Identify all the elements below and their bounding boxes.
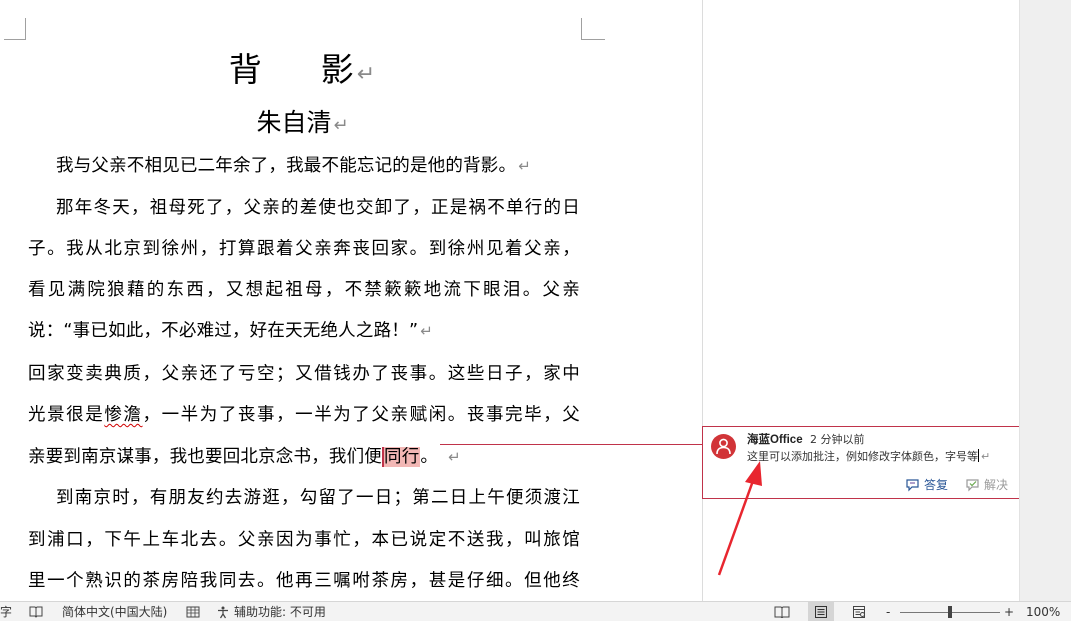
comment-text: 这里可以添加批注，例如修改字体颜色，字号等	[747, 450, 978, 463]
paragraph-mark: ↵	[448, 448, 461, 466]
line-text: 我与父亲不相见已二年余了，我最不能忘记的是他的背影。	[56, 156, 517, 176]
word-count-label: 字	[0, 605, 13, 619]
language-label: 简体中文(中国大陆)	[62, 605, 168, 619]
text-line[interactable]: 光景很是惨澹，一半为了丧事，一半为了父亲赋闲。丧事完毕，父	[28, 403, 580, 427]
text-line[interactable]: 我与父亲不相见已二年余了，我最不能忘记的是他的背影。 ↵	[28, 154, 531, 178]
line-text: 子。我从北京到徐州，打算跟着父亲奔丧回家。到徐州见着父亲，	[28, 239, 580, 259]
paragraph-mark: ↵	[356, 62, 377, 87]
text-line[interactable]: 回家变卖典质，父亲还了亏空；又借钱办了丧事。这些日子，家中	[28, 362, 580, 386]
reply-button[interactable]: 答复	[905, 476, 948, 494]
line-text: 。	[420, 447, 439, 467]
title-char-left: 背	[228, 50, 263, 89]
avatar	[711, 434, 736, 459]
resolve-button[interactable]: 解决	[965, 476, 1008, 494]
paragraph-mark: ↵	[333, 115, 349, 136]
print-layout-button[interactable]	[808, 602, 834, 621]
resolve-icon	[966, 479, 979, 492]
text-line[interactable]: 里一个熟识的茶房陪我同去。他再三嘱咐茶房，甚是仔细。但他终	[28, 569, 580, 593]
line-text: 里一个熟识的茶房陪我同去。他再三嘱咐茶房，甚是仔细。但他终	[28, 571, 580, 591]
line-text: 亲要到南京谋事，我也要回北京念书，我们便	[28, 447, 382, 467]
text-line[interactable]: 那年冬天，祖母死了，父亲的差使也交卸了，正是祸不单行的日	[28, 196, 580, 220]
document-page[interactable]: 背影↵ 朱自清 ↵ 我与父亲不相见已二年余了，我最不能忘记的是他的背影。 ↵ 那年冬…	[0, 0, 702, 601]
zoom-slider-thumb[interactable]	[948, 606, 952, 618]
web-layout-icon	[853, 606, 865, 618]
line-text: 说：“事已如此，不必难过，好在天无绝人之路！”	[28, 321, 419, 341]
line-text: 看见满院狼藉的东西，又想起祖母，不禁簌簌地流下眼泪。父亲	[28, 280, 580, 300]
line-text: ，一半为了丧事，一半为了父亲赋闲。丧事完毕，父	[142, 405, 580, 425]
paragraph-mark: ↵	[981, 450, 991, 463]
title-char-right: 影	[320, 50, 355, 89]
crop-mark-top-right	[581, 18, 605, 40]
comment-text-field[interactable]: 这里可以添加批注，例如修改字体颜色，字号等 ↵	[747, 448, 990, 464]
text-line[interactable]: 到南京时，有朋友约去游逛，勾留了一日；第二日上午便须渡江	[28, 486, 580, 510]
line-text: 回家变卖典质，父亲还了亏空；又借钱办了丧事。这些日子，家中	[28, 364, 580, 384]
zoom-out-button[interactable]: -	[886, 602, 890, 621]
proofing-button[interactable]	[29, 602, 43, 621]
markup-pane	[702, 0, 1019, 601]
zoom-plus-label: +	[1004, 605, 1015, 619]
comment-connector-line	[440, 444, 702, 445]
comment-author: 海蓝Office	[747, 434, 803, 446]
vertical-scrollbar[interactable]	[1019, 0, 1071, 601]
author-name: 朱自清	[256, 108, 332, 137]
reply-icon	[906, 479, 919, 492]
crop-mark-top-left	[4, 18, 26, 40]
text-line[interactable]: 到浦口，下午上车北去。父亲因为事忙，本已说定不送我，叫旅馆	[28, 528, 580, 552]
text-caret	[978, 449, 979, 462]
web-layout-button[interactable]	[852, 602, 866, 621]
accessibility-button[interactable]: 辅助功能: 不可用	[216, 602, 326, 621]
text-line[interactable]: 说：“事已如此，不必难过，好在天无绝人之路！” ↵	[28, 319, 433, 343]
line-text: 光景很是	[28, 405, 105, 425]
read-mode-icon	[774, 606, 790, 618]
zoom-in-button[interactable]: +	[1004, 602, 1014, 621]
document-author[interactable]: 朱自清 ↵	[0, 106, 605, 143]
resolve-label: 解决	[984, 478, 1009, 492]
comment-actions: 答复 解决	[703, 476, 1020, 496]
status-bar: 字 简体中文(中国大陆) 辅助功能: 不可用 - + 100%	[0, 601, 1071, 621]
word-count[interactable]: 字	[0, 602, 12, 621]
text-line[interactable]: 子。我从北京到徐州，打算跟着父亲奔丧回家。到徐州见着父亲，	[28, 237, 580, 261]
print-layout-icon	[815, 606, 827, 618]
text-predictions-button[interactable]	[186, 602, 200, 621]
comment-anchor-text[interactable]: 同行	[382, 447, 421, 467]
reply-label: 答复	[924, 478, 949, 492]
accessibility-icon	[218, 606, 228, 619]
zoom-level-button[interactable]: 100%	[1026, 602, 1060, 621]
line-text: 那年冬天，祖母死了，父亲的差使也交卸了，正是祸不单行的日	[56, 198, 580, 218]
zoom-level-label: 100%	[1026, 605, 1061, 619]
paragraph-mark: ↵	[420, 322, 434, 340]
paragraph-mark: ↵	[518, 157, 531, 175]
grid-icon	[186, 606, 200, 618]
line-text: 到浦口，下午上车北去。父亲因为事忙，本已说定不送我，叫旅馆	[28, 530, 580, 550]
zoom-minus-label: -	[886, 605, 891, 619]
comment-time: 2 分钟以前	[810, 433, 865, 446]
book-check-icon	[29, 606, 43, 618]
spelling-error[interactable]: 惨澹	[104, 405, 142, 425]
document-title[interactable]: 背 影↵	[0, 48, 605, 97]
text-line[interactable]: 看见满院狼藉的东西，又想起祖母，不禁簌簌地流下眼泪。父亲	[28, 278, 580, 302]
read-mode-button[interactable]	[774, 602, 790, 621]
text-line[interactable]: 亲要到南京谋事，我也要回北京念书，我们便 同行。 ↵	[28, 445, 461, 469]
accessibility-label: 辅助功能: 不可用	[234, 605, 326, 619]
user-icon	[716, 438, 731, 455]
line-text: 到南京时，有朋友约去游逛，勾留了一日；第二日上午便须渡江	[56, 488, 580, 508]
language-button[interactable]: 简体中文(中国大陆)	[62, 602, 167, 621]
comment-balloon[interactable]: 海蓝Office 2 分钟以前 这里可以添加批注，例如修改字体颜色，字号等 ↵ 答…	[702, 426, 1019, 499]
